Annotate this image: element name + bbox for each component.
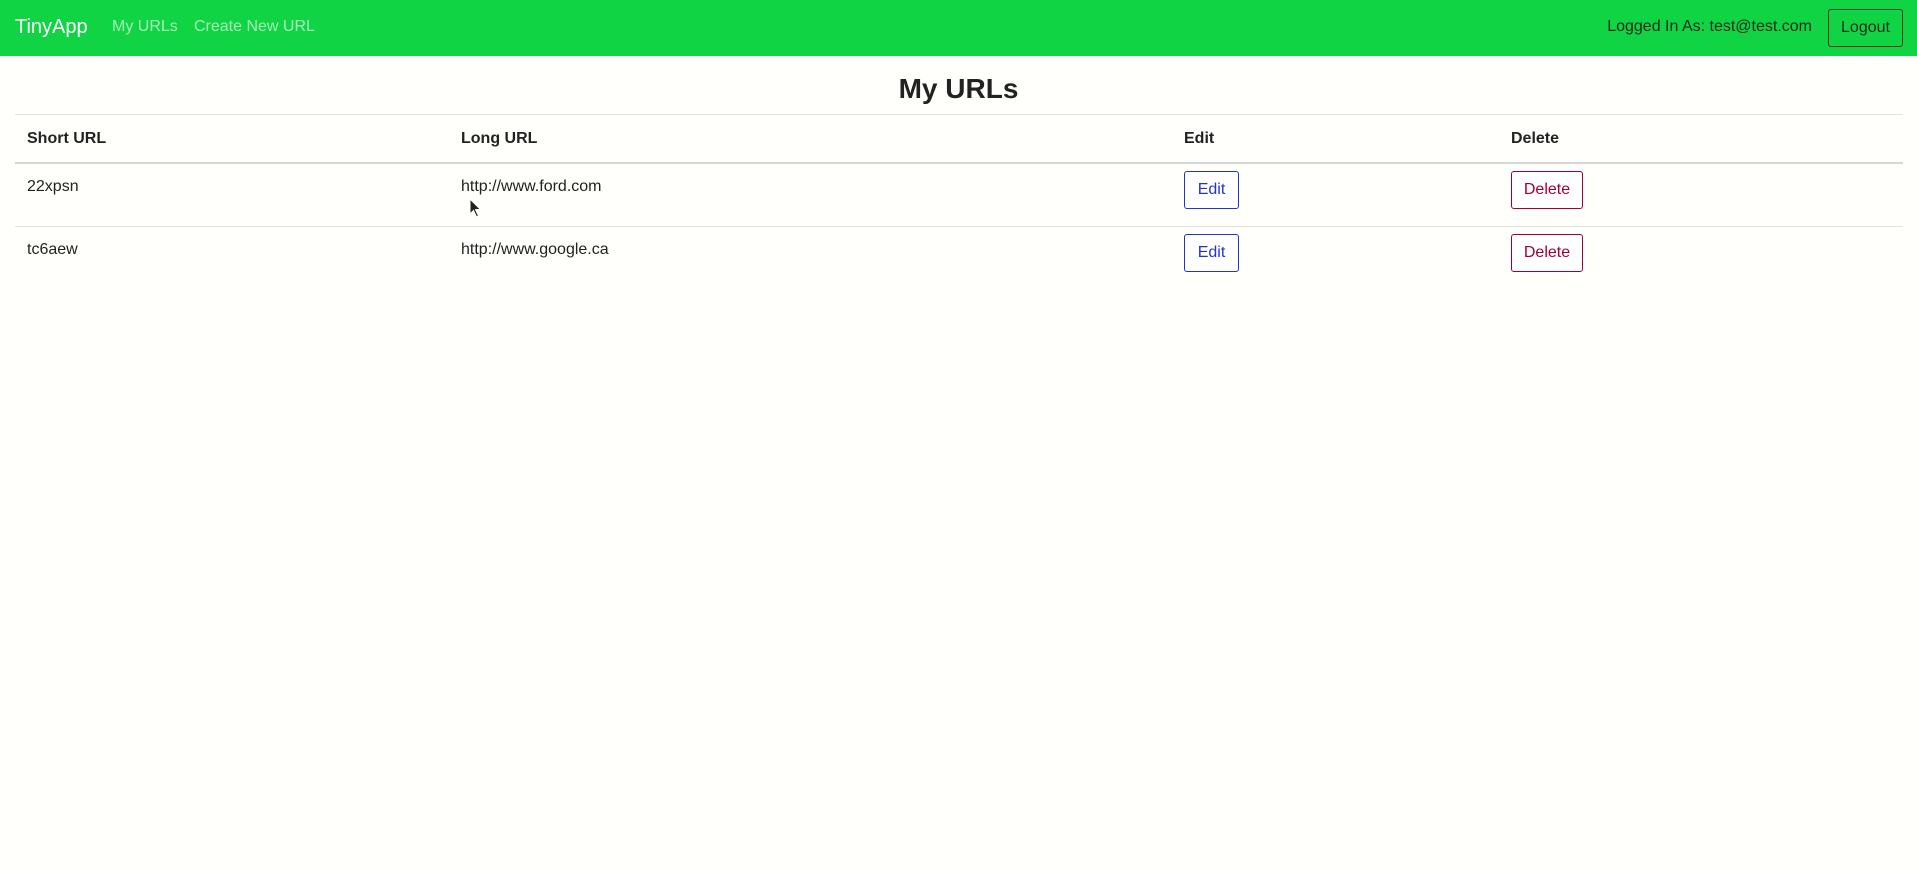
nav-link-my-urls[interactable]: My URLs <box>112 17 178 37</box>
table-row: tc6aew http://www.google.ca Edit Delete <box>15 226 1903 289</box>
delete-button[interactable]: Delete <box>1511 233 1583 272</box>
top-navbar: TinyApp My URLs Create New URL Logged In… <box>0 0 1917 56</box>
long-url-cell: http://www.google.ca <box>461 240 609 258</box>
table-row: 22xpsn http://www.ford.com Edit Delete <box>15 163 1903 227</box>
delete-cell: Delete <box>1499 226 1903 289</box>
logout-button[interactable]: Logout <box>1828 9 1903 47</box>
short-url-cell: 22xpsn <box>15 163 449 227</box>
short-url-cell: tc6aew <box>27 240 78 258</box>
edit-button[interactable]: Edit <box>1184 233 1239 272</box>
edit-cell: Edit <box>1172 163 1499 227</box>
brand-link[interactable]: TinyApp <box>15 15 88 39</box>
delete-button[interactable]: Delete <box>1511 171 1583 209</box>
delete-cell: Delete <box>1499 163 1903 227</box>
column-header-long-url: Long URL <box>449 115 1172 164</box>
column-header-short-url: Short URL <box>15 115 449 164</box>
column-header-delete: Delete <box>1499 115 1903 164</box>
long-url-cell: http://www.ford.com <box>449 163 1172 227</box>
page-title: My URLs <box>898 73 1019 104</box>
logged-in-user-label: Logged In As: test@test.com <box>1607 18 1812 35</box>
edit-button[interactable]: Edit <box>1184 171 1239 209</box>
edit-cell: Edit <box>1172 226 1499 289</box>
urls-table: Short URL Long URL Edit Delete 22xpsn ht… <box>15 115 1903 289</box>
nav-link-create-new-url[interactable]: Create New URL <box>194 17 315 37</box>
table-header-row: Short URL Long URL Edit Delete <box>15 115 1903 164</box>
column-header-edit: Edit <box>1172 115 1499 164</box>
mouse-pointer-icon <box>469 198 482 218</box>
